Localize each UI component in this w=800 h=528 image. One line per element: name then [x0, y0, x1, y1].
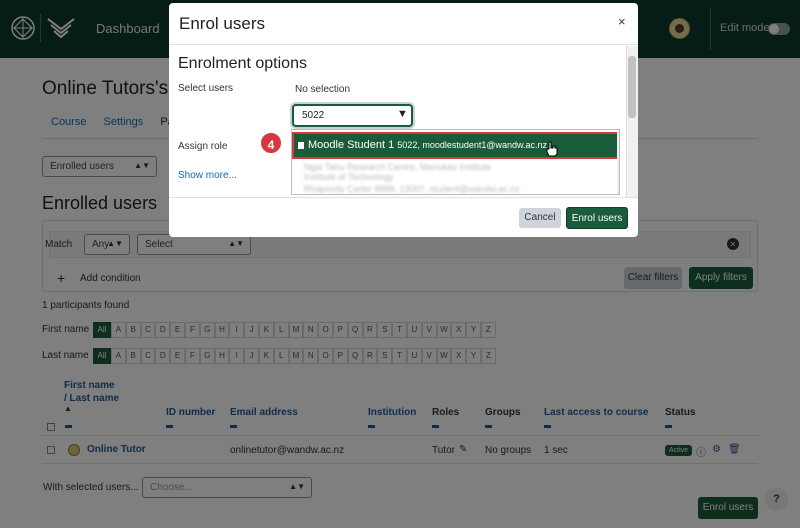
- select-users-label: Select users: [178, 83, 234, 94]
- assign-role-label: Assign role: [178, 141, 228, 152]
- enrol-users-submit-button[interactable]: Enrol users: [566, 207, 628, 229]
- step-number-badge: 4: [259, 131, 283, 155]
- modal-header: Enrol users ×: [169, 3, 638, 45]
- dropdown-scrollbar[interactable]: [617, 130, 619, 194]
- user-search-input[interactable]: 5022 ▼: [292, 104, 413, 127]
- enrol-users-modal: Enrol users × Enrolment options Select u…: [169, 3, 638, 237]
- cancel-button[interactable]: Cancel: [519, 208, 561, 228]
- person-icon: [298, 142, 304, 149]
- modal-scrollbar-thumb[interactable]: [628, 56, 636, 118]
- suggestion-item-selected[interactable]: Moodle Student 1 5022, moodlestudent1@wa…: [292, 132, 619, 159]
- caret-down-icon[interactable]: ▼: [397, 108, 408, 120]
- show-more-link[interactable]: Show more...: [178, 170, 237, 181]
- user-suggestions-dropdown: Moodle Student 1 5022, moodlestudent1@wa…: [291, 129, 620, 195]
- no-selection-text: No selection: [295, 84, 351, 95]
- enrolment-options-heading: Enrolment options: [178, 55, 307, 72]
- suggestion-item[interactable]: Rhapsody Carter 8888, 13007, student@wan…: [304, 184, 520, 194]
- hand-cursor-icon: [546, 141, 558, 157]
- modal-footer: Cancel Enrol users: [169, 197, 638, 237]
- suggestion-item[interactable]: Ngai Tahu Research Centre, Manukau Insti…: [304, 162, 491, 172]
- modal-title: Enrol users: [179, 14, 265, 33]
- suggestion-item[interactable]: Institute of Technology: [304, 172, 393, 182]
- close-icon[interactable]: ×: [618, 14, 626, 29]
